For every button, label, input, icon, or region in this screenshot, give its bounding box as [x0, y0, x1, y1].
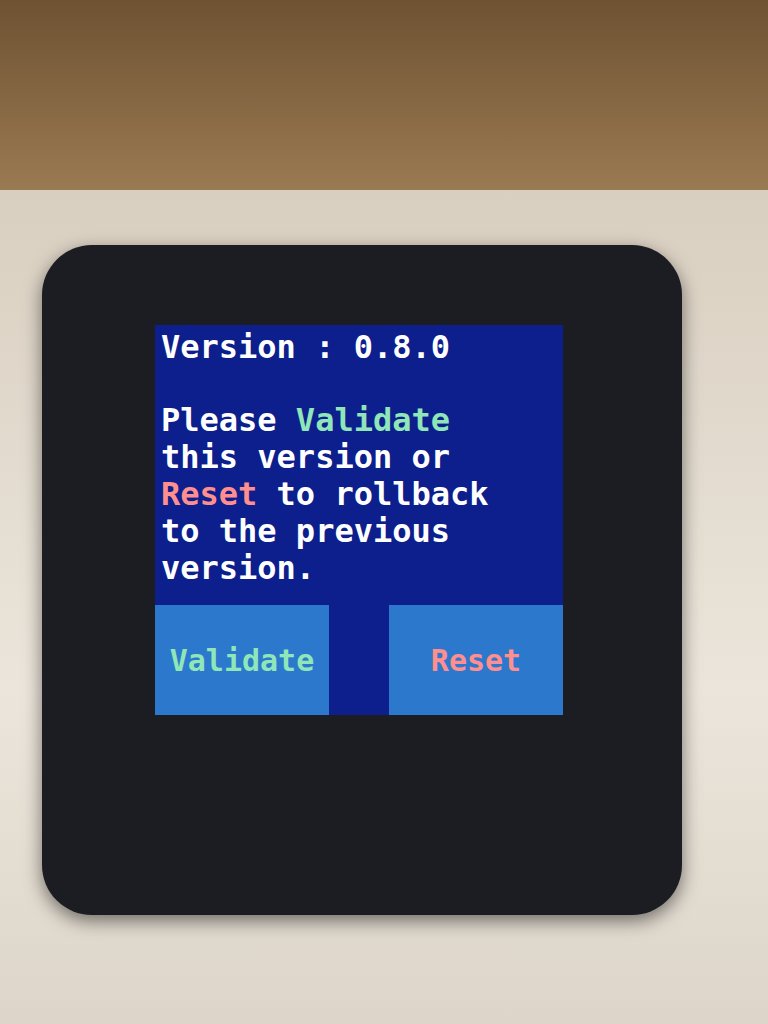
message-segment: Please [161, 401, 296, 439]
message-segment: Reset [161, 475, 257, 513]
validation-message: Please Validate this version or Reset to… [161, 402, 496, 593]
action-button[interactable]: Reset [389, 605, 563, 715]
message-segment: Validate [296, 401, 450, 439]
watch-screen: Version : 0.8.0 Please Validate this ver… [155, 325, 563, 715]
photo-background: Version : 0.8.0 Please Validate this ver… [0, 0, 768, 1024]
wall [0, 0, 768, 190]
version-label: Version : 0.8.0 [155, 325, 563, 366]
button-row: Validate Reset [155, 605, 563, 715]
cloth: Version : 0.8.0 Please Validate this ver… [0, 190, 768, 1024]
message-segment: this version or [161, 438, 450, 476]
action-button[interactable]: Validate [155, 605, 329, 715]
watch-device: Version : 0.8.0 Please Validate this ver… [42, 245, 682, 915]
